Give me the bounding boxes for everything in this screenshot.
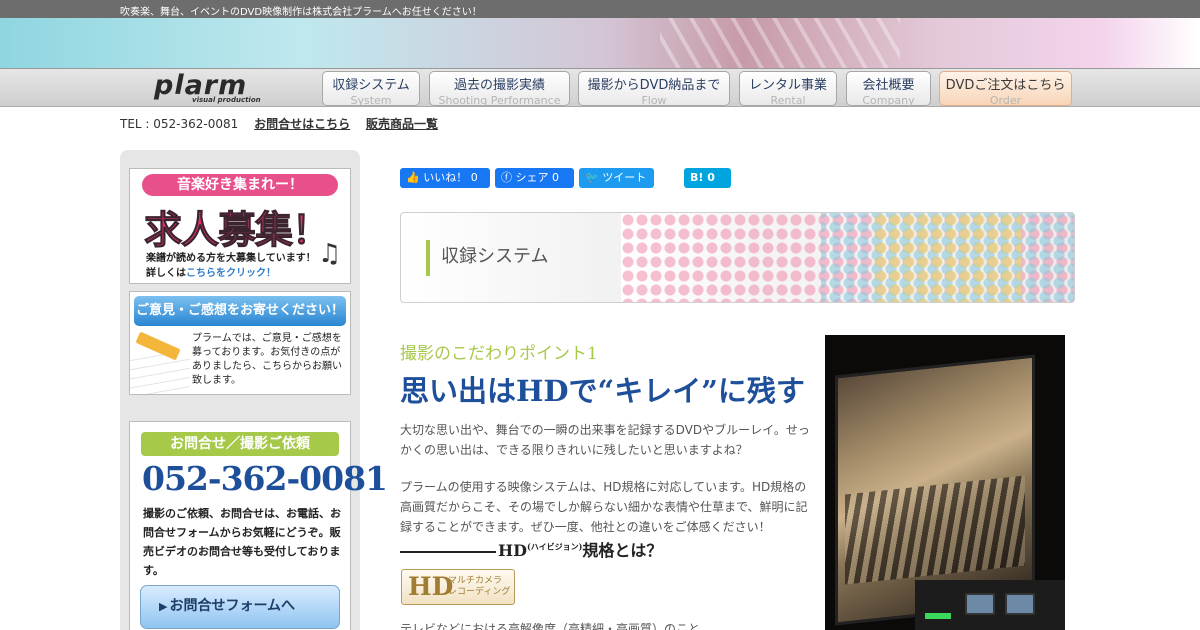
feedback-body: プラームでは、ご意見・ご感想を募っております。お気付きの点がありましたら、こちら… (192, 333, 342, 386)
recruit-line2: 詳しくはこちらをクリック！ (146, 264, 276, 279)
main-headline: 思い出はHDで“キレイ”に残す (400, 374, 805, 408)
heading-rule (400, 550, 496, 553)
facebook-like-button[interactable]: 👍 いいね！ 0 (400, 168, 490, 188)
nav-rental[interactable]: レンタル事業 Rental (739, 71, 837, 107)
nav-order[interactable]: DVDご注文はこちら Order (939, 71, 1072, 107)
hd-heading-sup: (ハイビジョン) (527, 541, 583, 552)
recruit-pill: 音楽好き集まれー！ (142, 174, 338, 196)
nav-label: 撮影からDVD納品まで (587, 78, 721, 93)
bird-icon: 🐦 (585, 171, 603, 184)
global-nav: plarm visual production 収録システム System 過去… (0, 68, 1200, 107)
inquiry-description: 撮影のご依頼、お問合せは、お電話、お問合せフォームからお気軽にどうぞ。販売ビデオ… (143, 507, 341, 577)
site-logo[interactable]: plarm visual production (150, 70, 284, 104)
nav-sublabel: System (350, 94, 392, 107)
thumbs-up-icon: 👍 (406, 171, 424, 184)
hd-logo-small1: マルチカメラ (448, 576, 503, 586)
header-banner (0, 18, 1200, 68)
point-label: 撮影のこだわりポイント1 (400, 344, 598, 364)
recruit-banner[interactable]: 音楽好き集まれー！ 求人募集！ 楽譜が読める方を大募集しています！ 詳しくはこち… (129, 168, 351, 284)
share-label: シェア 0 (515, 171, 560, 184)
hd-logo-text: HD (408, 572, 454, 601)
nav-sublabel: Order (989, 94, 1022, 107)
inquiry-heading: お問合せ／撮影ご依頼 (141, 432, 339, 456)
section-title-box: 収録システム (400, 212, 1075, 303)
intro-paragraph: 大切な思い出や、舞台での一瞬の出来事を記録するDVDやブルーレイ。せっかくの思い… (400, 423, 810, 457)
nav-sublabel: Rental (770, 94, 806, 107)
recruit-line2-text: 詳しくは (146, 268, 186, 279)
hd-logo-small: マルチカメラ レコーディング (448, 576, 510, 598)
inquiry-form-button[interactable]: ▶ お問合せフォームへ (140, 585, 340, 629)
tagline-text: 吹奏楽、舞台、イベントのDVD映像制作は株式会社プラームへお任せください！ (120, 7, 482, 18)
hatena-label: B! 0 (690, 171, 715, 184)
hd-definition-text: テレビなどにおける高解像度（高精細・高画質）のこと (400, 622, 701, 630)
hd-heading: HD(ハイビジョン)規格とは？ (400, 537, 662, 561)
top-tagline-bar: 吹奏楽、舞台、イベントのDVD映像制作は株式会社プラームへお任せください！ (0, 0, 1200, 18)
nav-system[interactable]: 収録システム System (322, 71, 420, 107)
inquiry-form-button-label: お問合せフォームへ (169, 598, 296, 614)
nav-label: DVDご注文はこちら (945, 78, 1066, 93)
like-label: いいね！ 0 (423, 171, 478, 184)
arrow-right-icon: ▶ (159, 600, 168, 613)
inquiry-panel: お問合せ／撮影ご依頼 052-362-0081 撮影のご依頼、お問合せは、お電話… (129, 421, 388, 630)
level-meter (925, 613, 951, 619)
hall-seats (845, 475, 1025, 585)
monitor (1005, 593, 1035, 615)
hd-heading-post: 規格とは？ (582, 541, 663, 560)
hd-logo-small2: レコーディング (448, 587, 511, 597)
nav-sublabel: Company (862, 94, 915, 107)
banner-decoration (660, 18, 900, 68)
hd-system-paragraph: プラームの使用する映像システムは、HD規格に対応しています。HD規格の高画質だか… (400, 480, 808, 534)
music-note-icon: ♫ (318, 239, 342, 269)
nav-sublabel: Shooting Performance (438, 94, 561, 107)
nav-label: 収録システム (332, 78, 410, 93)
nav-sublabel: Flow (641, 94, 667, 107)
nav-company[interactable]: 会社概要 Company (846, 71, 931, 107)
contact-row: TEL : 052-362-0081 お問合せはこちら 販売商品一覧 (120, 115, 438, 132)
nav-label: 会社概要 (862, 78, 915, 93)
facebook-share-button[interactable]: ⓕ シェア 0 (495, 168, 574, 188)
products-link[interactable]: 販売商品一覧 (366, 117, 438, 131)
recruit-line1: 楽譜が読める方を大募集しています！ (146, 253, 316, 264)
dot-pattern (871, 213, 1021, 302)
hd-heading-pre: HD (498, 541, 527, 560)
feedback-heading: ご意見・ご感想をお寄せください！ (134, 296, 346, 326)
phone-number: TEL : 052-362-0081 (120, 117, 239, 131)
nav-flow[interactable]: 撮影からDVD納品まで Flow (578, 71, 730, 107)
tweet-button[interactable]: 🐦 ツイート (579, 168, 654, 188)
monitor (965, 593, 995, 615)
recruit-headline: 求人募集！ (143, 208, 330, 253)
facebook-icon: ⓕ (501, 171, 516, 184)
title-accent-bar (426, 240, 430, 276)
nav-label: レンタル事業 (748, 78, 827, 93)
sidebar: 音楽好き集まれー！ 求人募集！ 楽譜が読める方を大募集しています！ 詳しくはこち… (120, 150, 388, 630)
feedback-banner[interactable]: ご意見・ご感想をお寄せください！ プラームでは、ご意見・ご感想を募っております。… (129, 291, 351, 395)
paper-illustration (130, 352, 190, 394)
page-title: 収録システム (441, 246, 549, 267)
nav-shooting-performance[interactable]: 過去の撮影実績 Shooting Performance (429, 71, 570, 107)
nav-label: 過去の撮影実績 (453, 78, 545, 93)
inquiry-phone: 052-362-0081 (142, 459, 388, 498)
recruit-click-link: こちらをクリック！ (186, 268, 276, 279)
tweet-label: ツイート (602, 171, 647, 184)
hatena-bookmark-button[interactable]: B! 0 (684, 168, 731, 188)
hall-recording-photo (825, 335, 1065, 630)
inquiry-link[interactable]: お問合せはこちら (254, 117, 350, 131)
logo-subtitle: visual production (192, 96, 261, 104)
hd-multicamera-logo: HD マルチカメラ レコーディング (401, 569, 515, 605)
